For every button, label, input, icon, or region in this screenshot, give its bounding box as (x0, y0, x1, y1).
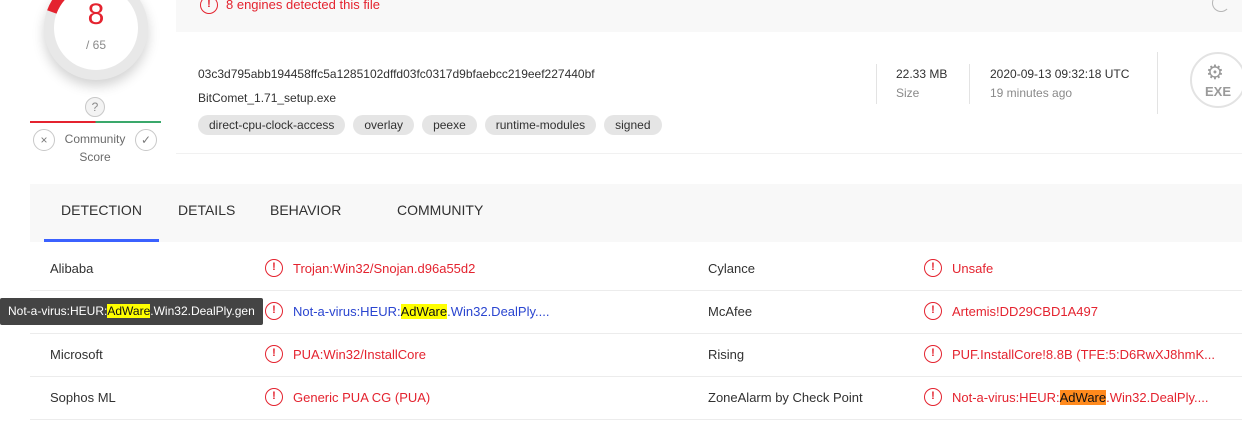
detection-banner: ! 8 engines detected this file (176, 0, 1242, 32)
detection-result[interactable]: Trojan:Win32/Snojan.d96a55d2 (293, 261, 475, 276)
divider (1157, 52, 1158, 114)
table-row: Sophos ML ! Generic PUA CG (PUA) ZoneAla… (30, 377, 1242, 420)
engine-name: Rising (708, 347, 745, 362)
file-hash[interactable]: 03c3d795abb194458ffc5a1285102dffd03fc031… (198, 67, 595, 81)
alert-circle-icon: ! (924, 345, 942, 363)
engine-name: McAfee (708, 304, 753, 319)
engine-name: Microsoft (50, 347, 103, 362)
detection-result[interactable]: Not-a-virus:HEUR:AdWare.Win32.DealPly...… (952, 390, 1208, 405)
file-size-label: Size (896, 86, 920, 100)
tab-behavior[interactable]: BEHAVIOR (270, 184, 341, 242)
table-row: Microsoft ! PUA:Win32/InstallCore Rising… (30, 334, 1242, 377)
analysis-date-relative: 19 minutes ago (990, 86, 1073, 100)
engine-name: ZoneAlarm by Check Point (708, 390, 863, 405)
active-tab-indicator (44, 239, 159, 242)
detection-banner-text: 8 engines detected this file (226, 0, 380, 12)
detection-score: 8 / 65 (26, 0, 170, 98)
score-detections: 8 (87, 0, 105, 31)
detection-result[interactable]: Unsafe (952, 261, 993, 276)
engine-name: Sophos ML (50, 390, 116, 405)
reload-icon[interactable] (1212, 0, 1230, 12)
engine-name: Cylance (708, 261, 755, 276)
tag[interactable]: overlay (353, 115, 415, 135)
detection-result[interactable]: PUA:Win32/InstallCore (293, 347, 426, 362)
tag[interactable]: direct-cpu-clock-access (198, 115, 346, 135)
tab-community[interactable]: COMMUNITY (397, 184, 483, 242)
file-size-value: 22.33 MB (896, 67, 948, 81)
tab-detection[interactable]: DETECTION (44, 184, 159, 242)
tag[interactable]: peexe (422, 115, 477, 135)
analysis-date-value: 2020-09-13 09:32:18 UTC (990, 67, 1130, 81)
tag[interactable]: runtime-modules (484, 115, 597, 135)
community-dislike-button[interactable]: × (33, 129, 55, 151)
divider (969, 64, 970, 104)
community-score-label: Community Score (64, 132, 126, 164)
community-help-icon[interactable]: ? (85, 97, 105, 117)
community-like-button[interactable]: ✓ (135, 129, 157, 151)
tooltip-arrow (257, 306, 263, 318)
tab-details[interactable]: DETAILS (178, 184, 235, 242)
gear-icon: ⚙ (1206, 62, 1224, 84)
detection-result[interactable]: Generic PUA CG (PUA) (293, 390, 430, 405)
alert-circle-icon: ! (200, 0, 218, 14)
alert-circle-icon: ! (265, 345, 283, 363)
exe-file-icon: ⚙ EXE (1190, 52, 1242, 108)
table-row: Alibaba ! Trojan:Win32/Snojan.d96a55d2 C… (30, 248, 1242, 291)
file-type-badge: EXE (1205, 84, 1232, 99)
detection-tooltip: Not-a-virus:HEUR:AdWare.Win32.DealPly.ge… (0, 298, 263, 325)
detection-result[interactable]: Artemis!DD29CBD1A497 (952, 304, 1098, 319)
file-tags: direct-cpu-clock-access overlay peexe ru… (198, 115, 662, 135)
file-info-card: 03c3d795abb194458ffc5a1285102dffd03fc031… (176, 36, 1242, 154)
alert-circle-icon: ! (265, 259, 283, 277)
tag[interactable]: signed (604, 115, 662, 135)
detection-result[interactable]: PUF.InstallCore!8.8B (TFE:5:D6RwXJ8hmK..… (952, 347, 1215, 362)
file-name: BitComet_1.71_setup.exe (198, 91, 337, 105)
alert-circle-icon: ! (265, 388, 283, 406)
alert-circle-icon: ! (924, 259, 942, 277)
alert-circle-icon: ! (924, 388, 942, 406)
alert-circle-icon: ! (265, 302, 283, 320)
score-total: / 65 (85, 38, 106, 52)
report-tabs: DETECTION DETAILS BEHAVIOR COMMUNITY (30, 184, 1242, 242)
divider (876, 64, 877, 104)
engine-name: Alibaba (50, 261, 94, 276)
community-score-bar (30, 121, 161, 123)
alert-circle-icon: ! (924, 302, 942, 320)
detection-result[interactable]: Not-a-virus:HEUR:AdWare.Win32.DealPly...… (293, 304, 549, 319)
